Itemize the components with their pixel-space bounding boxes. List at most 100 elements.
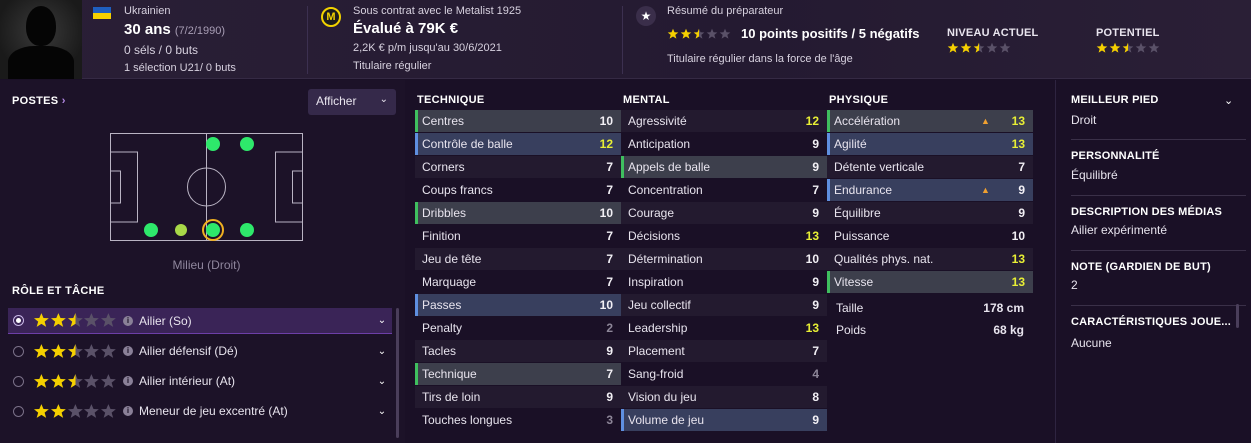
trend-up-icon: ▲ (981, 116, 990, 126)
role-radio[interactable] (13, 405, 24, 417)
attribute-name: Contrôle de balle (422, 137, 513, 151)
attribute-row[interactable]: Tacles 9 (415, 340, 621, 362)
role-row[interactable]: i Meneur de jeu excentré (At) ⌄ (8, 398, 392, 424)
info-icon[interactable]: i (123, 315, 133, 326)
attribute-name: Anticipation (628, 137, 691, 151)
attribute-name: Vitesse (834, 275, 874, 289)
current-ability-stars (947, 42, 1011, 54)
attribute-row[interactable]: Endurance ▲ 9 (827, 179, 1033, 201)
attribute-row[interactable]: Coups francs 7 (415, 179, 621, 201)
attribute-value: 9 (1018, 206, 1025, 220)
attribute-row[interactable]: Corners 7 (415, 156, 621, 178)
chevron-down-icon[interactable]: ⌄ (372, 406, 392, 417)
position-dot-mr (206, 223, 220, 237)
info-icon[interactable]: i (123, 376, 133, 386)
role-name: Ailier (So) (139, 313, 192, 328)
attribute-row[interactable]: Inspiration 9 (621, 271, 827, 293)
attribute-row[interactable]: Équilibre 9 (827, 202, 1033, 224)
roles-scrollbar[interactable] (396, 308, 399, 438)
attribute-row[interactable]: Placement 7 (621, 340, 827, 362)
attribute-row[interactable]: Passes 10 (415, 294, 621, 316)
attribute-name: Tirs de loin (422, 390, 481, 404)
attribute-row[interactable]: Détente verticale 7 (827, 156, 1033, 178)
attribute-value: 10 (599, 206, 613, 220)
attribute-value: 7 (606, 229, 613, 243)
club-badge-icon[interactable]: M (321, 7, 341, 27)
attribute-row[interactable]: Jeu collectif 9 (621, 294, 827, 316)
role-radio[interactable] (13, 345, 24, 357)
attribute-value: 4 (812, 367, 819, 381)
attribute-name: Touches longues (422, 413, 513, 427)
attribute-row[interactable]: Courage 9 (621, 202, 827, 224)
scout-summary[interactable]: 10 points positifs / 5 négatifs (741, 26, 919, 41)
attribute-name: Finition (422, 229, 461, 243)
attribute-row[interactable]: Dribbles 10 (415, 202, 621, 224)
attribute-row[interactable]: Jeu de tête 7 (415, 248, 621, 270)
attribute-name: Placement (628, 344, 685, 358)
attribute-value: 3 (606, 413, 613, 427)
attribute-row[interactable]: Anticipation 9 (621, 133, 827, 155)
attribute-row[interactable]: Décisions 13 (621, 225, 827, 247)
attribute-name: Jeu collectif (628, 298, 691, 312)
attribute-name: Concentration (628, 183, 703, 197)
attribute-value: 13 (1011, 275, 1025, 289)
role-radio[interactable] (13, 315, 24, 326)
player-header: Ukrainien 30 ans (7/2/1990) 0 séls / 0 b… (0, 0, 1251, 79)
attribute-row[interactable]: Détermination 10 (621, 248, 827, 270)
info-panel: MEILLEUR PIED ⌄ Droit PERSONNALITÉ Équil… (1055, 80, 1251, 443)
player-value: Évalué à 79K € (353, 20, 459, 37)
trend-up-icon: ▲ (981, 185, 990, 195)
attribute-row[interactable]: Vitesse 13 (827, 271, 1033, 293)
attribute-name: Tacles (422, 344, 457, 358)
attribute-name: Accélération (834, 114, 901, 128)
role-stars (33, 373, 117, 390)
attribute-row[interactable]: Penalty 2 (415, 317, 621, 339)
attribute-row[interactable]: Concentration 7 (621, 179, 827, 201)
show-dropdown-button[interactable]: Afficher ⌄ (308, 89, 396, 115)
chevron-down-icon[interactable]: ⌄ (372, 346, 392, 357)
attribute-name: Sang-froid (628, 367, 684, 381)
attribute-value: 9 (606, 344, 613, 358)
attribute-row[interactable]: Qualités phys. nat. 13 (827, 248, 1033, 270)
position-dot-amr (240, 137, 254, 151)
attribute-row[interactable]: Agilité 13 (827, 133, 1033, 155)
attribute-value: 10 (805, 252, 819, 266)
attribute-name: Volume de jeu (628, 413, 705, 427)
attribute-row[interactable]: Agressivité 12 (621, 110, 827, 132)
attribute-row[interactable]: Finition 7 (415, 225, 621, 247)
info-icon[interactable]: i (123, 406, 133, 416)
role-row[interactable]: i Ailier défensif (Dé) ⌄ (8, 338, 392, 364)
attribute-row[interactable]: Marquage 7 (415, 271, 621, 293)
chevron-down-icon[interactable]: ⌄ (1224, 94, 1233, 107)
attribute-value: 13 (805, 321, 819, 335)
role-radio[interactable] (13, 375, 24, 387)
attribute-row[interactable]: Technique 7 (415, 363, 621, 385)
attribute-row[interactable]: Sang-froid 4 (621, 363, 827, 385)
pitch-diagram (110, 133, 303, 241)
position-label: Milieu (Droit) (172, 258, 241, 272)
role-row[interactable]: i Ailier (So) ⌄ (8, 308, 392, 334)
attribute-row[interactable]: Tirs de loin 9 (415, 386, 621, 408)
attribute-row[interactable]: Leadership 13 (621, 317, 827, 339)
attribute-row[interactable]: Puissance 10 (827, 225, 1033, 247)
player-portrait (0, 0, 82, 79)
chevron-down-icon[interactable]: ⌄ (372, 376, 392, 387)
role-row[interactable]: i Ailier intérieur (At) ⌄ (8, 368, 392, 394)
attribute-row[interactable]: Volume de jeu 9 (621, 409, 827, 431)
attribute-value: 13 (1011, 137, 1025, 151)
attribute-row[interactable]: Accélération ▲ 13 (827, 110, 1033, 132)
mental-title: MENTAL (623, 94, 670, 106)
positions-title[interactable]: POSTES › (12, 95, 66, 107)
attribute-row[interactable]: Touches longues 3 (415, 409, 621, 431)
attribute-row[interactable]: Contrôle de balle 12 (415, 133, 621, 155)
chevron-down-icon[interactable]: ⌄ (372, 315, 392, 326)
attribute-row[interactable]: Appels de balle 9 (621, 156, 827, 178)
info-scrollbar[interactable] (1236, 304, 1239, 328)
info-icon[interactable]: i (123, 346, 133, 356)
attribute-row[interactable]: Vision du jeu 8 (621, 386, 827, 408)
contract-text: Sous contrat avec le Metalist 1925 (353, 5, 522, 17)
attribute-row[interactable]: Centres 10 (415, 110, 621, 132)
ukraine-flag-icon (93, 7, 111, 19)
personality-value: Équilibré (1071, 168, 1118, 182)
traits-value: Aucune (1071, 336, 1112, 350)
